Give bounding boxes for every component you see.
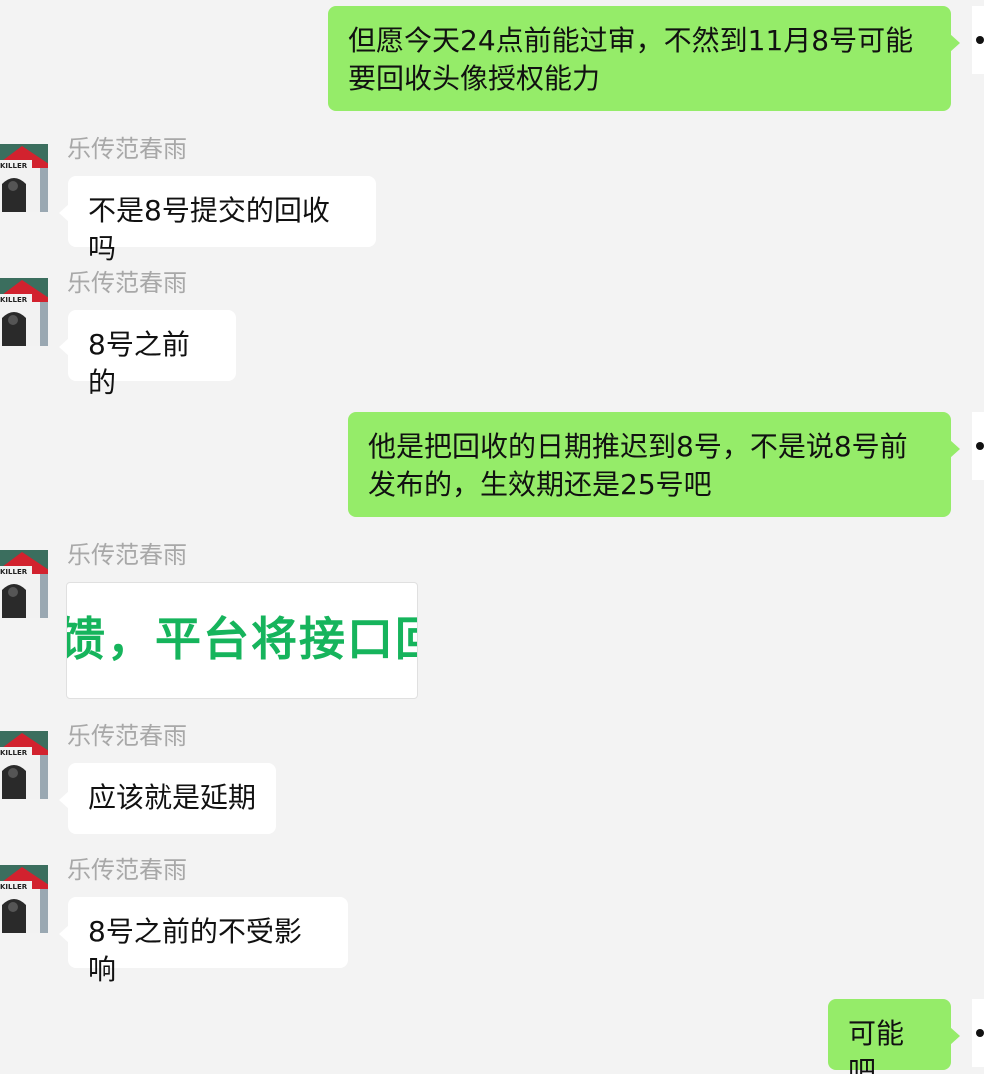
svg-text:KILLER: KILLER [0, 162, 28, 170]
message-bubble-other[interactable]: 应该就是延期 [59, 763, 276, 834]
sender-name: 乐传范春雨 [67, 722, 187, 750]
image-message-text: 馈，平台将接口回 [66, 612, 418, 666]
sender-name: 乐传范春雨 [67, 135, 187, 163]
avatar-edge-icon [976, 442, 984, 450]
chat-area: 但愿今天24点前能过审，不然到11月8号可能要回收头像授权能力 KILLER 乐… [0, 0, 984, 1074]
doghouse-killer-avatar-icon: KILLER [0, 865, 48, 933]
svg-text:KILLER: KILLER [0, 568, 28, 576]
message-bubble-self[interactable]: 可能吧 [828, 999, 960, 1074]
avatar-edge-icon [976, 1029, 984, 1037]
self-avatar[interactable] [972, 6, 984, 74]
sender-name: 乐传范春雨 [67, 856, 187, 884]
contact-avatar[interactable]: KILLER [0, 731, 48, 799]
doghouse-killer-avatar-icon: KILLER [0, 278, 48, 346]
doghouse-killer-avatar-icon: KILLER [0, 550, 48, 618]
image-message[interactable]: 馈，平台将接口回 [66, 582, 418, 699]
self-avatar[interactable] [972, 999, 984, 1067]
message-bubble-other[interactable]: 8号之前的 [59, 310, 236, 399]
contact-avatar[interactable]: KILLER [0, 865, 48, 933]
contact-avatar[interactable]: KILLER [0, 144, 48, 212]
sender-name: 乐传范春雨 [67, 269, 187, 297]
self-avatar[interactable] [972, 412, 984, 480]
sender-name: 乐传范春雨 [67, 541, 187, 569]
message-bubble-other[interactable]: 8号之前的不受影响 [59, 897, 348, 986]
message-bubble-self[interactable]: 他是把回收的日期推迟到8号，不是说8号前发布的，生效期还是25号吧 [348, 412, 960, 517]
svg-text:KILLER: KILLER [0, 749, 28, 757]
doghouse-killer-avatar-icon: KILLER [0, 144, 48, 212]
message-bubble-self[interactable]: 但愿今天24点前能过审，不然到11月8号可能要回收头像授权能力 [328, 6, 960, 111]
message-bubble-other[interactable]: 不是8号提交的回收吗 [59, 176, 376, 265]
contact-avatar[interactable]: KILLER [0, 278, 48, 346]
avatar-edge-icon [976, 36, 984, 44]
contact-avatar[interactable]: KILLER [0, 550, 48, 618]
doghouse-killer-avatar-icon: KILLER [0, 731, 48, 799]
svg-text:KILLER: KILLER [0, 296, 28, 304]
svg-text:KILLER: KILLER [0, 883, 28, 891]
